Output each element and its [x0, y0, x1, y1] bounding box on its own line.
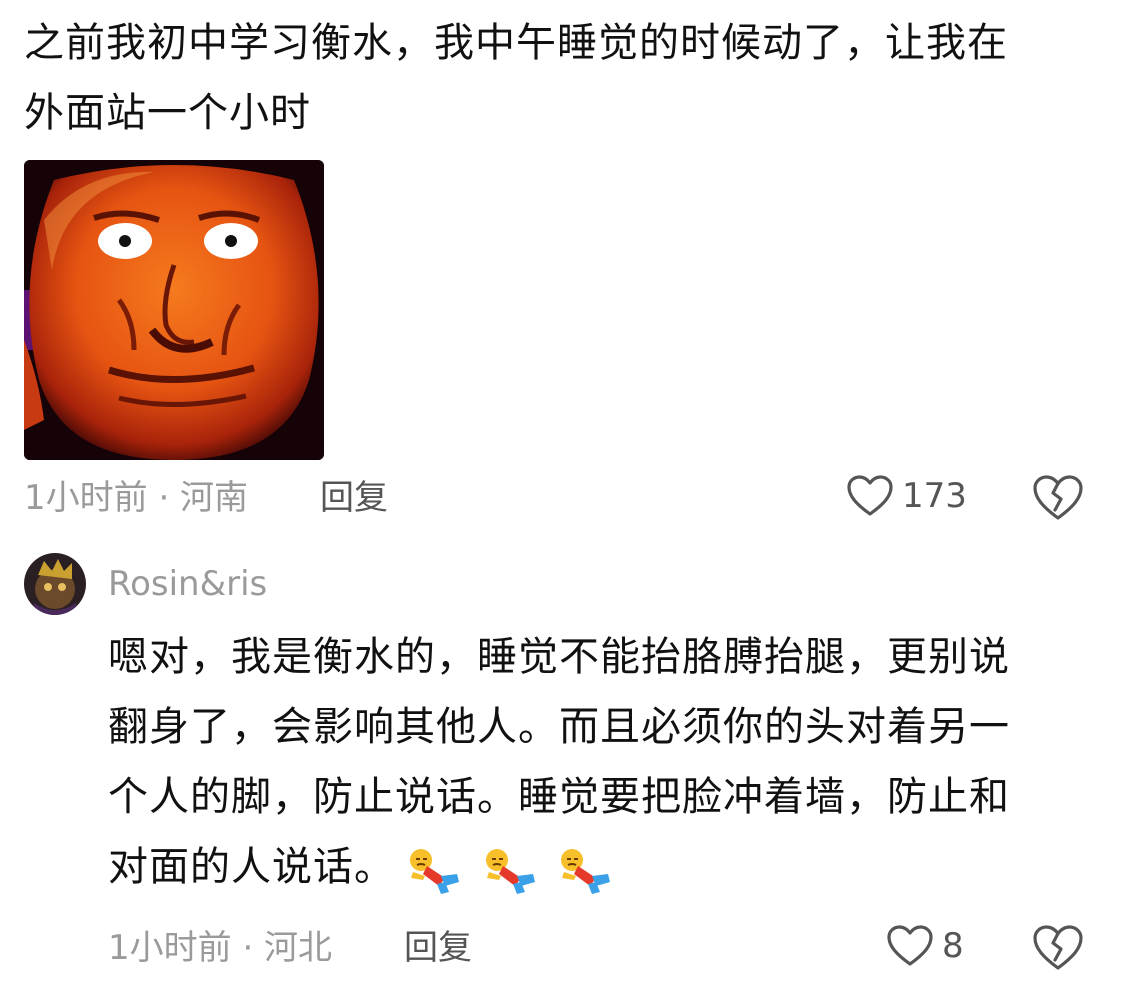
- lying-down-emoji-icon: [410, 849, 459, 894]
- comment-1-meme-image[interactable]: [24, 160, 324, 460]
- comment-1-like-button[interactable]: 173: [846, 474, 967, 518]
- comment-2-line-3: 个人的脚，防止说话。睡觉要把脸冲着墙，防止和: [108, 774, 1010, 820]
- user-avatar[interactable]: [24, 553, 86, 615]
- orange-face-meme-icon: [24, 160, 324, 460]
- heart-outline-icon: [847, 475, 893, 516]
- comment-1-reply-button[interactable]: 回复: [320, 478, 388, 518]
- comment-2-reply-button[interactable]: 回复: [404, 928, 472, 968]
- comment-1-line-1: 之前我初中学习衡水，我中午睡觉的时候动了，让我在: [24, 20, 1008, 66]
- comment-2-dislike-button[interactable]: [1032, 924, 1084, 972]
- lying-down-emoji-icon: [561, 849, 611, 894]
- comment-1-dislike-button[interactable]: [1032, 474, 1084, 522]
- broken-heart-icon: [1033, 925, 1083, 970]
- emoji-row: [405, 834, 618, 904]
- comment-1-like-count: 173: [902, 476, 967, 516]
- comment-2-line-4-row: 对面的人说话。: [108, 832, 1108, 904]
- comment-2-line-4: 对面的人说话。: [108, 844, 395, 890]
- comment-2-line-1: 嗯对，我是衡水的，睡觉不能抬胳膊抬腿，更别说: [108, 634, 1010, 680]
- broken-heart-icon: [1033, 475, 1083, 520]
- avatar-icon: [24, 553, 86, 615]
- comment-2-like-count: 8: [942, 926, 964, 966]
- heart-outline-icon: [887, 925, 933, 966]
- comment-1-line-2: 外面站一个小时: [24, 90, 311, 136]
- comment-2-meta: 1小时前 · 河北: [108, 928, 333, 968]
- lying-down-emoji-icon: [485, 849, 535, 894]
- comment-1-text: 之前我初中学习衡水，我中午睡觉的时候动了，让我在 外面站一个小时: [24, 8, 1104, 148]
- comment-1-meta: 1小时前 · 河南: [24, 478, 249, 518]
- comment-2-line-2: 翻身了，会影响其他人。而且必须你的头对着另一: [108, 704, 1010, 750]
- comment-2-username[interactable]: Rosin&ris: [108, 563, 267, 605]
- comment-2-text: 嗯对，我是衡水的，睡觉不能抬胳膊抬腿，更别说 翻身了，会影响其他人。而且必须你的…: [108, 622, 1108, 904]
- comment-2-like-button[interactable]: 8: [886, 924, 964, 968]
